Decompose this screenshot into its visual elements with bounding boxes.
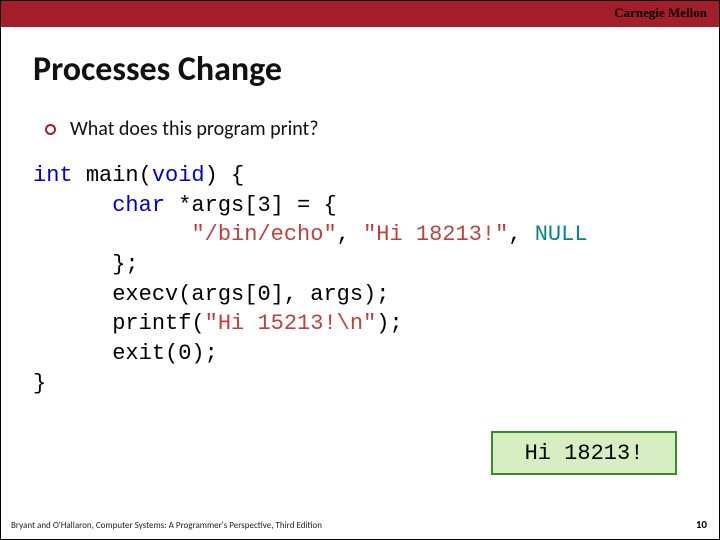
code-block: int main(void) { char *args[3] = { "/bin… [33,161,588,399]
str-hi: "Hi 18213!" [363,222,508,247]
kw-char: char [112,193,165,218]
header-bar [1,1,719,27]
page-number: 10 [696,518,707,531]
fn-main: main [86,163,139,188]
slide: Carnegie Mellon Processes Change What do… [0,0,720,540]
args-decl: *args[3] = { [165,193,337,218]
comma2: , [508,222,534,247]
bullet-icon [45,124,56,135]
bullet-item: What does this program print? [45,117,319,141]
exit-call: exit(0); [112,341,218,366]
execv-call: execv(args[0], args); [112,282,389,307]
printf-open: printf( [112,311,204,336]
close-init: }; [112,252,138,277]
bullet-text: What does this program print? [70,117,319,141]
printf-close: ); [376,311,402,336]
kw-int: int [33,163,73,188]
answer-box: Hi 18213! [491,431,677,475]
answer-text: Hi 18213! [525,441,644,466]
brace-close: } [33,371,46,396]
printf-str: "Hi 15213!\n" [205,311,377,336]
brace-open: { [218,163,244,188]
kw-null: NULL [535,222,588,247]
institution-label: Carnegie Mellon [614,5,707,21]
comma1: , [337,222,363,247]
slide-title: Processes Change [33,49,282,90]
str-path: "/bin/echo" [191,222,336,247]
footer-citation: Bryant and O'Hallaron, Computer Systems:… [11,520,322,531]
kw-void: void [152,163,205,188]
